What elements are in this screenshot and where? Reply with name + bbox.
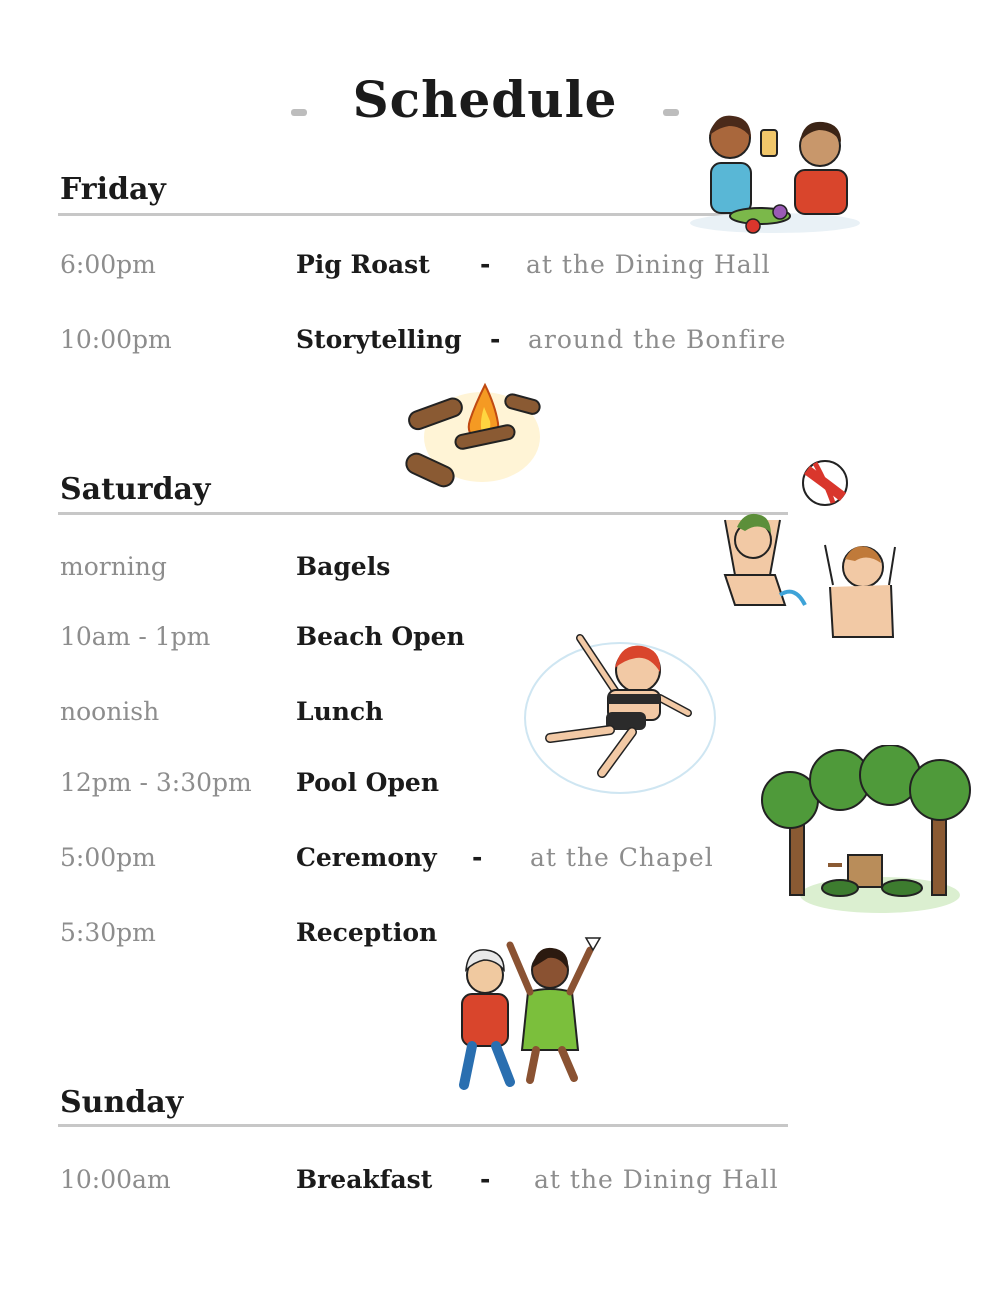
row-time: morning xyxy=(60,552,167,581)
row-event: Ceremony xyxy=(296,843,437,872)
row-location: at the Chapel xyxy=(530,843,714,872)
page-title: Schedule xyxy=(352,70,618,129)
schedule-row: 5:00pm Ceremony - at the Chapel xyxy=(60,843,880,883)
row-event: Beach Open xyxy=(296,622,465,651)
schedule-row: 10:00pm Storytelling - around the Bonfir… xyxy=(60,325,880,365)
day-rule-saturday xyxy=(58,512,788,515)
row-time: 12pm - 3:30pm xyxy=(60,768,252,797)
schedule-row: 12pm - 3:30pm Pool Open xyxy=(60,768,880,808)
row-event: Breakfast xyxy=(296,1165,433,1194)
row-separator: - xyxy=(472,843,483,872)
day-heading-friday: Friday xyxy=(60,172,166,207)
couple-feast-illustration xyxy=(690,115,860,234)
row-time: noonish xyxy=(60,697,160,726)
day-heading-saturday: Saturday xyxy=(60,472,211,507)
row-location: at the Dining Hall xyxy=(526,250,771,279)
row-event: Pig Roast xyxy=(296,250,430,279)
row-time: 10am - 1pm xyxy=(60,622,211,651)
day-rule-sunday xyxy=(58,1124,788,1127)
day-rule-friday xyxy=(58,213,778,216)
row-time: 6:00pm xyxy=(60,250,156,279)
beach-ball-swimmers-illustration xyxy=(723,460,896,638)
row-event: Lunch xyxy=(296,697,384,726)
row-location: around the Bonfire xyxy=(528,325,787,354)
chapel-trees-illustration xyxy=(761,745,971,913)
row-event: Bagels xyxy=(296,552,391,581)
dancing-couple-illustration xyxy=(459,937,602,1090)
row-event: Reception xyxy=(296,918,438,947)
title-dash-right xyxy=(662,109,679,116)
schedule-row: noonish Lunch xyxy=(60,697,880,737)
row-time: 10:00pm xyxy=(60,325,172,354)
row-separator: - xyxy=(490,325,501,354)
floating-swimmer-illustration xyxy=(524,634,716,794)
schedule-row: 10:00am Breakfast - at the Dining Hall xyxy=(60,1165,880,1205)
row-time: 10:00am xyxy=(60,1165,171,1194)
day-heading-sunday: Sunday xyxy=(60,1085,184,1120)
row-separator: - xyxy=(480,1165,491,1194)
bonfire-illustration xyxy=(405,382,541,488)
row-separator: - xyxy=(480,250,491,279)
title-dash-left xyxy=(291,109,308,116)
row-location: at the Dining Hall xyxy=(534,1165,779,1194)
row-event: Storytelling xyxy=(296,325,462,354)
row-time: 5:00pm xyxy=(60,843,156,872)
schedule-row: 6:00pm Pig Roast - at the Dining Hall xyxy=(60,250,880,290)
row-time: 5:30pm xyxy=(60,918,156,947)
row-event: Pool Open xyxy=(296,768,440,797)
